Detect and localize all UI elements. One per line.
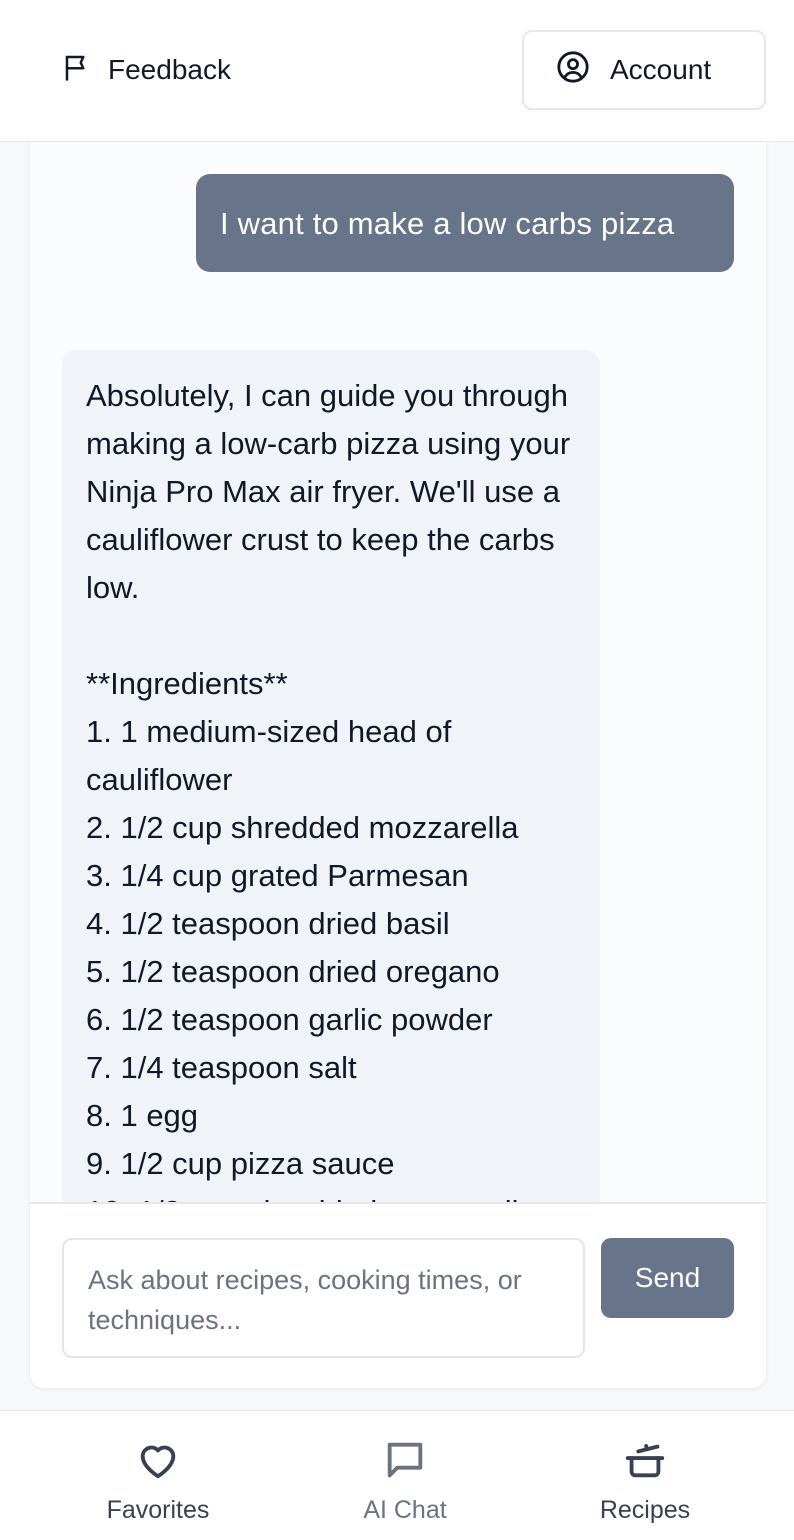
- cooking-pot-icon: [622, 1437, 668, 1488]
- message-composer: Send: [30, 1202, 766, 1388]
- nav-ai-chat[interactable]: AI Chat: [315, 1437, 495, 1527]
- account-button[interactable]: Account: [522, 30, 766, 110]
- chat-input[interactable]: [62, 1238, 585, 1358]
- app-root: Feedback Account I want to make a low ca…: [0, 0, 794, 1540]
- nav-favorites[interactable]: Favorites: [68, 1437, 248, 1527]
- feedback-label: Feedback: [108, 54, 231, 85]
- chat-panel: I want to make a low carbs pizza Absolut…: [30, 142, 766, 1388]
- nav-favorites-label: Favorites: [106, 1496, 210, 1524]
- nav-recipes[interactable]: Recipes: [555, 1437, 735, 1527]
- account-label: Account: [610, 54, 712, 85]
- flag-icon: [62, 51, 92, 90]
- top-header: Feedback Account: [0, 0, 794, 142]
- bottom-nav: Favorites AI Chat Recipes: [0, 1410, 794, 1540]
- assistant-message: Absolutely, I can guide you through maki…: [62, 350, 600, 1202]
- nav-recipes-label: Recipes: [599, 1496, 691, 1524]
- user-circle-icon: [556, 50, 590, 91]
- message-list[interactable]: I want to make a low carbs pizza Absolut…: [30, 142, 766, 1202]
- feedback-button[interactable]: Feedback: [62, 50, 231, 90]
- chat-bubble-icon: [382, 1437, 428, 1488]
- user-message: I want to make a low carbs pizza: [196, 174, 734, 272]
- heart-icon: [135, 1437, 181, 1488]
- nav-ai-chat-label: AI Chat: [363, 1496, 447, 1524]
- send-button[interactable]: Send: [601, 1238, 734, 1318]
